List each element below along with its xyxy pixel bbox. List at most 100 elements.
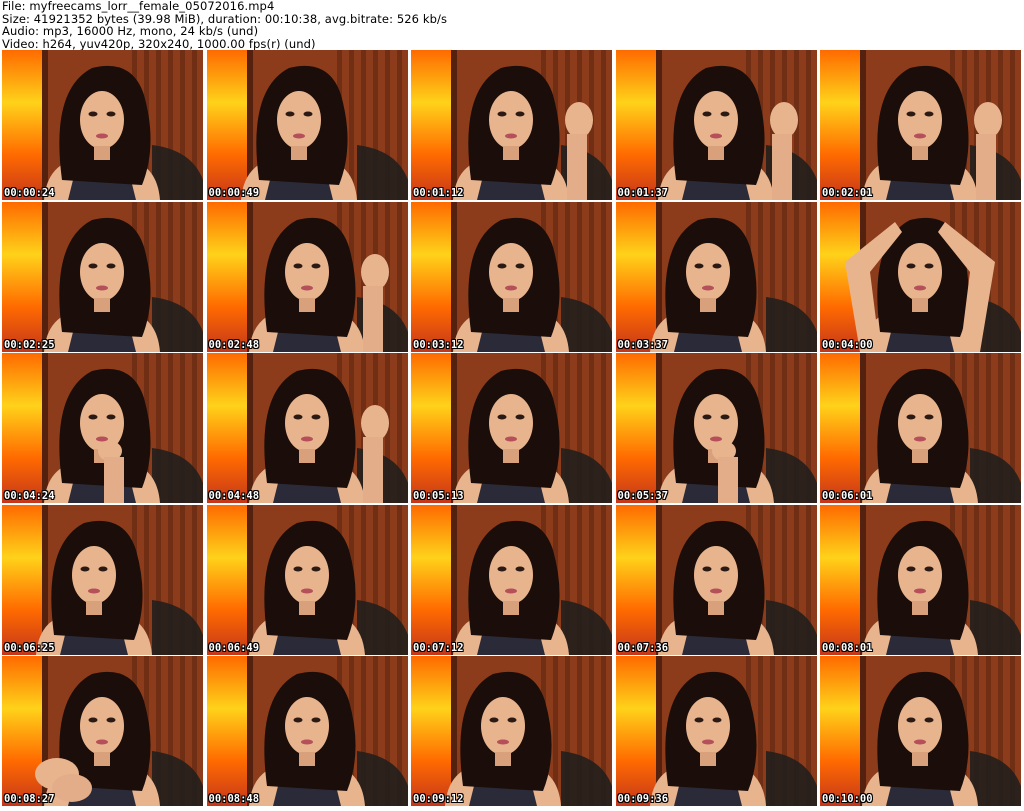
lamp-glow	[820, 656, 860, 806]
frame-timestamp: 00:07:36	[617, 641, 669, 654]
lamp-glow	[2, 504, 42, 655]
frame-timestamp: 00:00:24	[4, 187, 55, 199]
frame-timestamp: 00:08:48	[208, 793, 260, 805]
frame-image	[820, 656, 1021, 806]
video-frame-thumbnail: 00:09:12	[411, 656, 612, 806]
frame-timestamp: 00:01:12	[413, 187, 464, 199]
frame-image	[411, 201, 612, 352]
frame-timestamp: 00:09:12	[413, 793, 464, 805]
lamp-glow	[411, 353, 451, 503]
lamp-glow	[820, 353, 860, 503]
video-frame-thumbnail: 00:05:13	[411, 353, 612, 503]
frame-timestamp: 00:05:37	[617, 490, 669, 502]
frame-timestamp: 00:06:49	[208, 641, 260, 654]
frame-image	[2, 353, 203, 503]
lamp-glow	[2, 201, 42, 352]
frame-timestamp: 00:08:01	[822, 641, 873, 654]
frame-image	[411, 656, 612, 806]
lamp-glow	[2, 656, 42, 806]
frame-image	[2, 201, 203, 352]
video-frame-thumbnail: 00:02:25	[2, 201, 203, 352]
lamp-glow	[206, 201, 247, 352]
frame-timestamp: 00:02:48	[208, 338, 260, 351]
video-frame-thumbnail: 00:07:36	[615, 504, 817, 655]
video-frame-thumbnail: 00:04:24	[2, 353, 203, 503]
video-frame-thumbnail: 00:03:12	[411, 201, 612, 352]
lamp-glow	[615, 504, 656, 655]
frame-timestamp: 00:06:25	[4, 641, 55, 654]
lamp-glow	[820, 504, 860, 655]
thumbnail-grid: 00:00:24 00:00:49 00:01:12 00:01:37 00:02:01…	[2, 50, 1022, 806]
frame-image	[206, 50, 408, 200]
frame-image	[2, 50, 203, 200]
video-frame-thumbnail: 00:06:49	[206, 504, 408, 655]
lamp-glow	[411, 201, 451, 352]
video-frame-thumbnail: 00:01:37	[615, 50, 817, 200]
lamp-glow	[206, 50, 247, 200]
lamp-glow	[206, 353, 247, 503]
video-frame-thumbnail: 00:04:00	[820, 201, 1021, 352]
video-frame-thumbnail: 00:05:37	[615, 353, 817, 503]
lamp-glow	[820, 50, 860, 200]
frame-timestamp: 00:03:12	[413, 338, 464, 351]
video-frame-thumbnail: 00:08:48	[206, 656, 408, 806]
lamp-glow	[206, 656, 247, 806]
lamp-glow	[2, 50, 42, 200]
frame-image	[615, 504, 817, 655]
frame-image	[2, 656, 203, 806]
frame-image	[206, 656, 408, 806]
video-frame-thumbnail: 00:04:48	[206, 353, 408, 503]
frame-image	[206, 353, 408, 503]
frame-image	[206, 201, 408, 352]
lamp-glow	[615, 201, 656, 352]
video-frame-thumbnail: 00:08:27	[2, 656, 203, 806]
video-frame-thumbnail: 00:03:37	[615, 201, 817, 352]
frame-timestamp: 00:09:36	[617, 793, 669, 805]
lamp-glow	[411, 50, 451, 200]
frame-image	[820, 50, 1021, 200]
video-frame-thumbnail: 00:00:49	[206, 50, 408, 200]
frame-timestamp: 00:02:01	[822, 187, 873, 199]
frame-timestamp: 00:08:27	[4, 793, 55, 805]
lamp-glow	[2, 353, 42, 503]
frame-image	[411, 353, 612, 503]
frame-timestamp: 00:02:25	[4, 338, 55, 351]
frame-timestamp: 00:04:24	[4, 490, 55, 502]
lamp-glow	[615, 656, 656, 806]
frame-timestamp: 00:06:01	[822, 490, 873, 502]
frame-image	[411, 50, 612, 200]
frame-image	[411, 504, 612, 655]
video-frame-thumbnail: 00:01:12	[411, 50, 612, 200]
frame-timestamp: 00:01:37	[617, 187, 669, 199]
video-frame-thumbnail: 00:10:00	[820, 656, 1021, 806]
frame-image	[615, 656, 817, 806]
lamp-glow	[411, 504, 451, 655]
video-frame-thumbnail: 00:07:12	[411, 504, 612, 655]
frame-timestamp: 00:04:00	[822, 338, 873, 351]
frame-image	[820, 504, 1021, 655]
frame-image	[820, 201, 1021, 352]
video-frame-thumbnail: 00:00:24	[2, 50, 203, 200]
frame-timestamp: 00:04:48	[208, 490, 260, 502]
frame-timestamp: 00:07:12	[413, 641, 464, 654]
frame-timestamp: 00:00:49	[208, 187, 260, 199]
frame-image	[206, 504, 408, 655]
lamp-glow	[411, 656, 451, 806]
file-name-line: File: myfreecams_lorr__female_05072016.m…	[2, 0, 275, 13]
frame-image	[615, 50, 817, 200]
file-info-header: File: myfreecams_lorr__female_05072016.m…	[2, 0, 1020, 50]
audio-info-line: Audio: mp3, 16000 Hz, mono, 24 kb/s (und…	[2, 24, 259, 38]
lamp-glow	[615, 50, 656, 200]
video-frame-thumbnail: 00:08:01	[820, 504, 1021, 655]
frame-timestamp: 00:05:13	[413, 490, 464, 502]
video-frame-thumbnail: 00:02:48	[206, 201, 408, 352]
lamp-glow	[615, 353, 656, 503]
video-frame-thumbnail: 00:06:01	[820, 353, 1021, 503]
video-info-line: Video: h264, yuv420p, 320x240, 1000.00 f…	[2, 36, 316, 51]
video-frame-thumbnail: 00:02:01	[820, 50, 1021, 200]
frame-timestamp: 00:03:37	[617, 338, 669, 351]
frame-image	[820, 353, 1021, 503]
video-frame-thumbnail: 00:09:36	[615, 656, 817, 806]
frame-image	[2, 504, 203, 655]
frame-image	[615, 353, 817, 503]
